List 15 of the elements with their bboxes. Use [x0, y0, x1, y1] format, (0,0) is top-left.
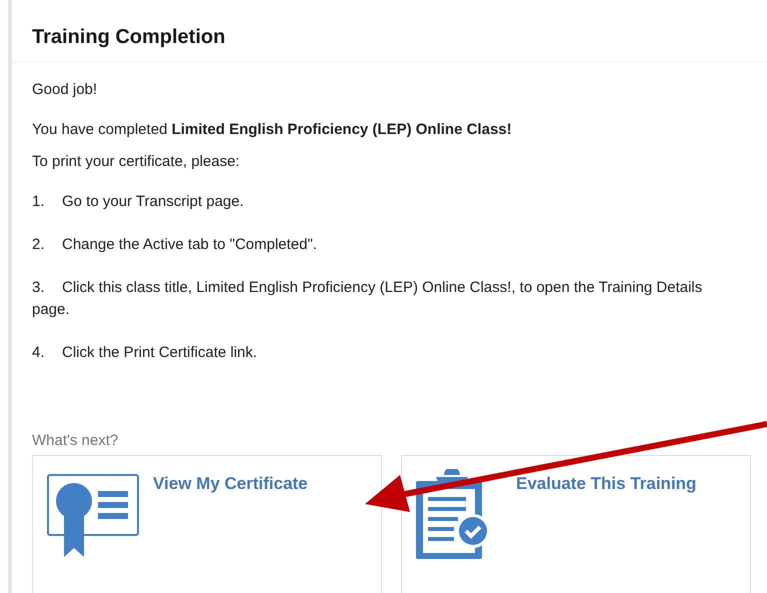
step-text: 4. Click the Print Certificate link.	[32, 343, 258, 363]
card-title: Evaluate This Training	[516, 474, 696, 494]
message-text: To print your certificate, please:	[32, 152, 241, 172]
message-text: Good job!	[32, 80, 98, 100]
message-text: You have completed Limited English Proficiency (LEP) Online Class!	[32, 120, 513, 140]
clipboard-check-icon	[414, 469, 490, 559]
action-card[interactable]: Evaluate This Training	[401, 455, 751, 593]
card-title: View My Certificate	[153, 474, 308, 494]
certificate-icon	[47, 474, 139, 558]
step-text: 3. Click this class title, Limited English Proficiency (LEP) Online Class!, to open the Training Details page.	[32, 278, 704, 320]
action-card[interactable]: View My Certificate	[32, 455, 382, 593]
step-text: 1. Go to your Transcript page.	[32, 192, 245, 212]
step-text: 2. Change the Active tab to "Completed".	[32, 235, 318, 255]
panel-title: Training Completion	[32, 26, 226, 49]
section-label: What's next?	[32, 432, 120, 449]
